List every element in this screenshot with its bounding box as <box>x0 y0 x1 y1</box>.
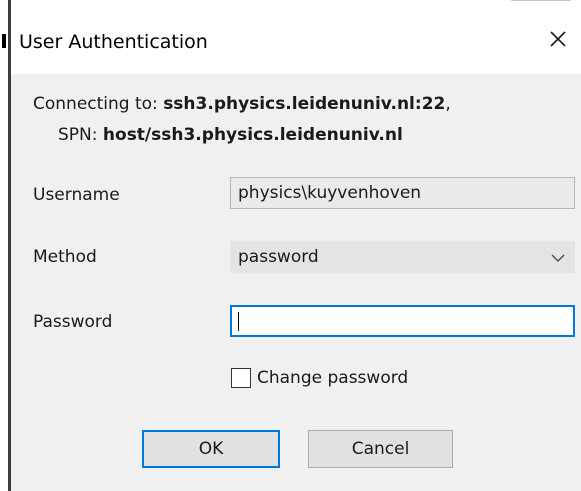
change-password-label: Change password <box>257 368 409 388</box>
background-window-strip <box>11 0 581 8</box>
window-title: User Authentication <box>19 31 208 53</box>
dialog-body: Connecting to: ssh3.physics.leidenuniv.n… <box>11 74 581 491</box>
method-label: Method <box>33 247 97 267</box>
chevron-down-icon <box>551 254 565 262</box>
cancel-button[interactable]: Cancel <box>308 430 453 468</box>
auth-dialog-screenshot: User Authentication Connecting to: ssh3.… <box>0 0 581 491</box>
username-label: Username <box>33 185 120 205</box>
spn-label: SPN: <box>58 125 98 145</box>
title-bar: User Authentication <box>11 8 581 74</box>
change-password-option[interactable]: Change password <box>231 368 408 388</box>
connecting-label: Connecting to: <box>33 94 158 114</box>
username-value: physics\kuyvenhoven <box>238 183 422 203</box>
ok-button-label: OK <box>198 439 224 459</box>
connection-host: ssh3.physics.leidenuniv.nl <box>163 94 415 114</box>
password-label: Password <box>33 312 113 332</box>
cancel-button-label: Cancel <box>351 439 410 459</box>
close-icon <box>550 31 566 47</box>
text-cursor <box>238 311 239 331</box>
method-value: password <box>238 247 319 267</box>
ok-button[interactable]: OK <box>142 430 280 468</box>
change-password-checkbox[interactable] <box>231 368 251 388</box>
password-input[interactable] <box>230 305 575 337</box>
username-field[interactable]: physics\kuyvenhoven <box>230 177 575 209</box>
spn-line: SPN: host/ssh3.physics.leidenuniv.nl <box>58 125 403 145</box>
window-edge <box>0 0 11 491</box>
method-select[interactable]: password <box>230 241 575 273</box>
connection-port: 22 <box>421 94 446 114</box>
close-button[interactable] <box>535 16 581 62</box>
connecting-line: Connecting to: ssh3.physics.leidenuniv.n… <box>33 94 451 114</box>
spn-value: host/ssh3.physics.leidenuniv.nl <box>102 125 403 145</box>
